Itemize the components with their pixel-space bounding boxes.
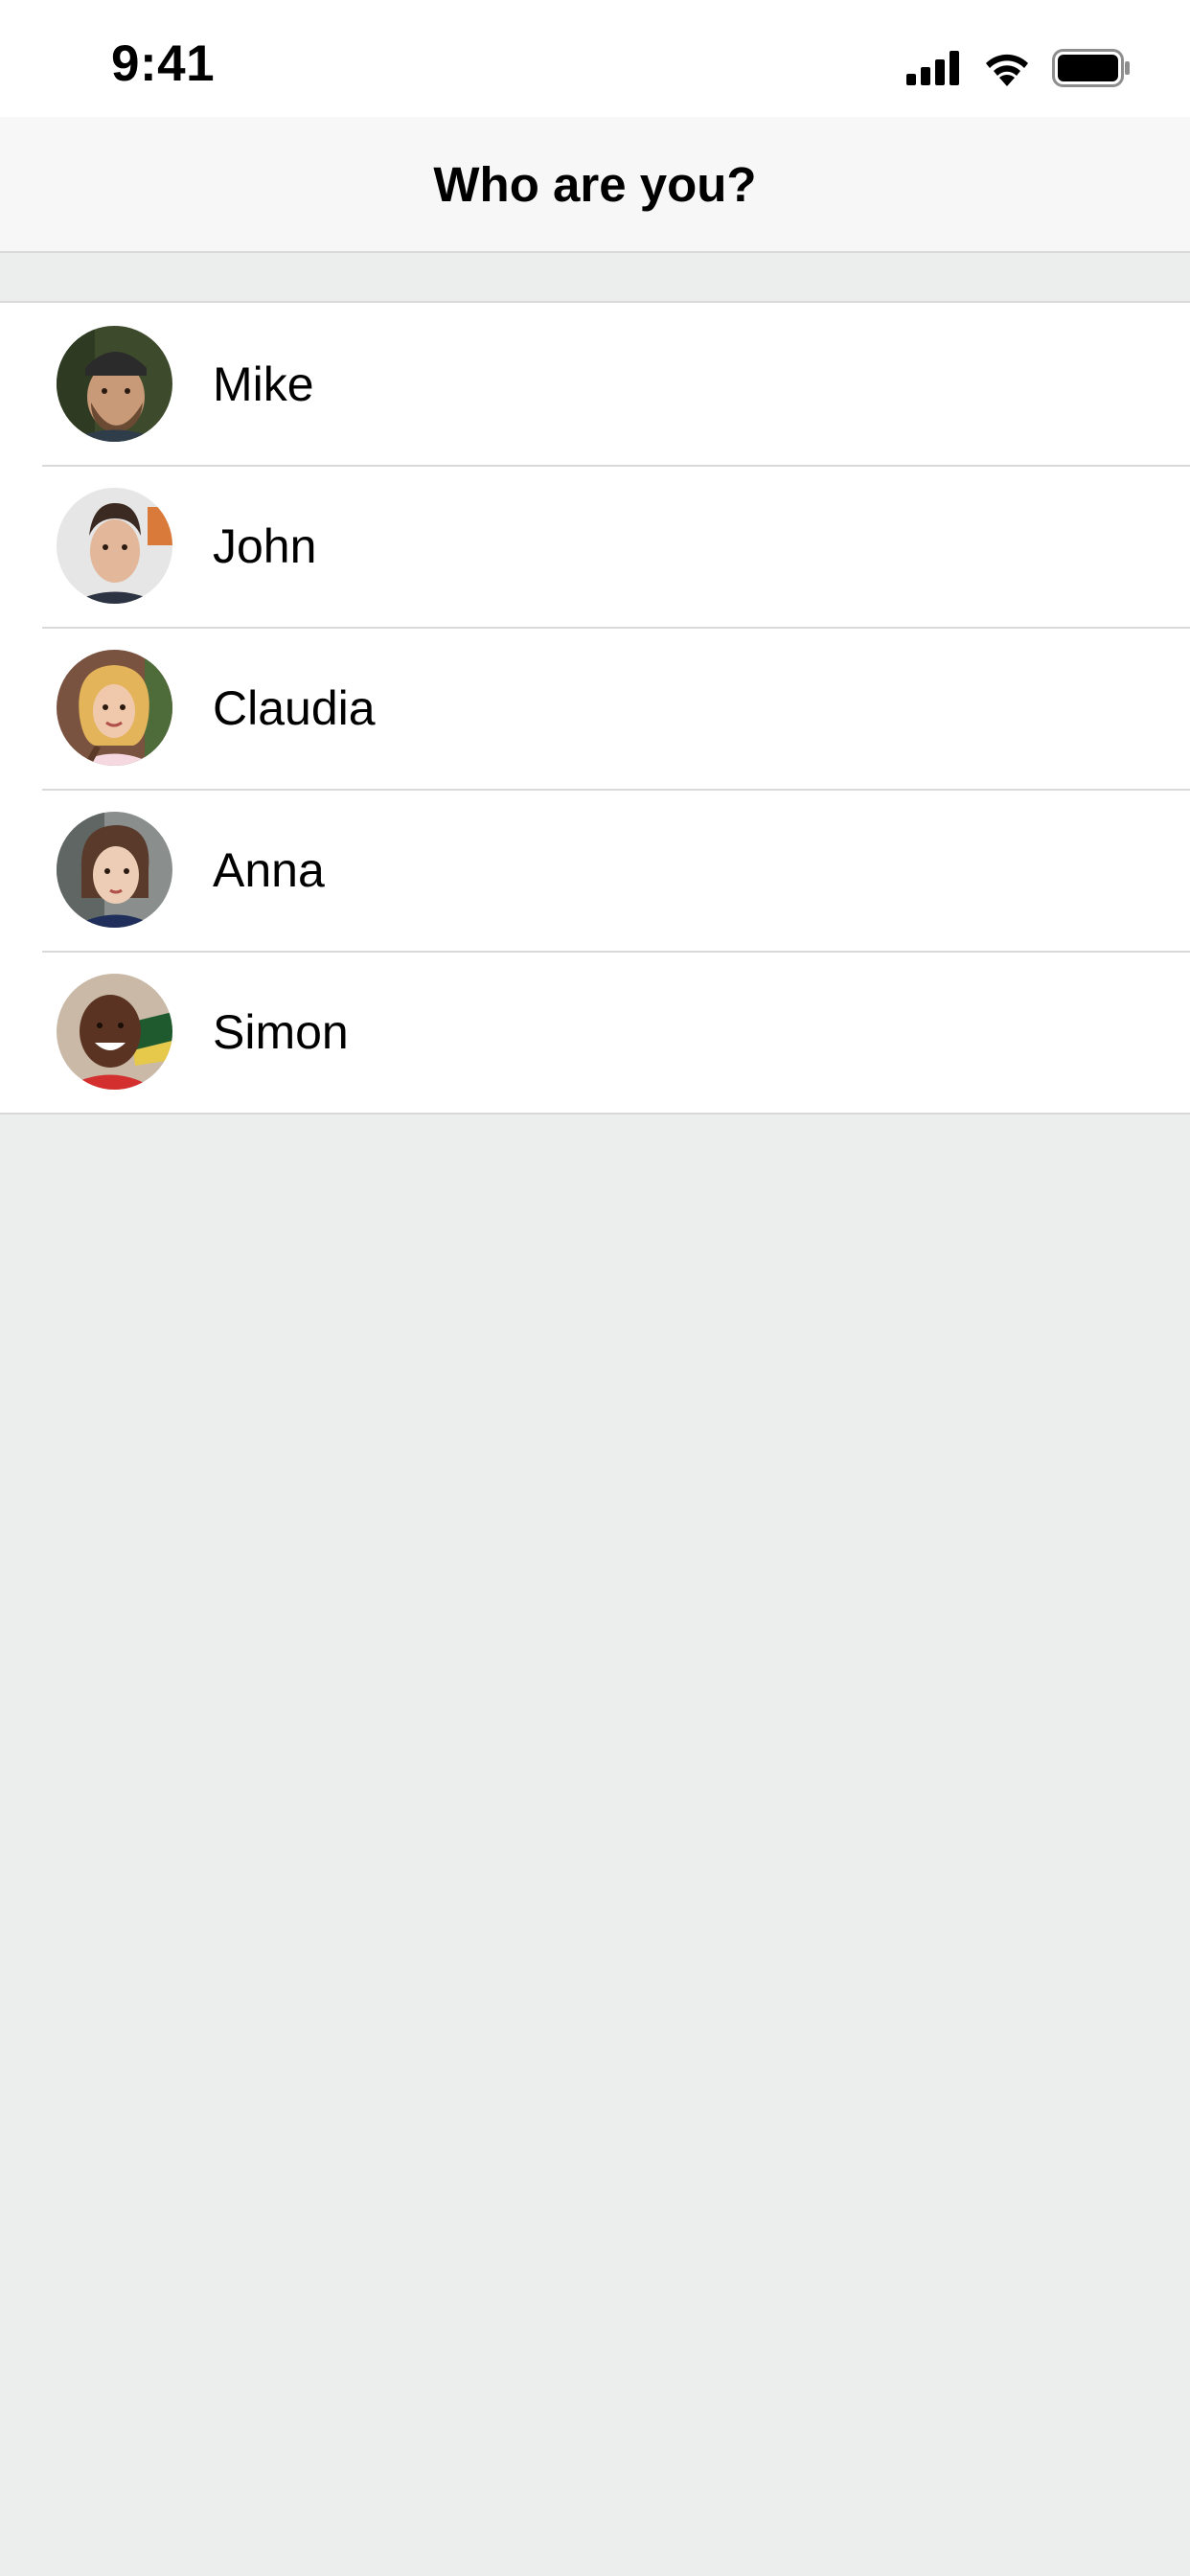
user-row-simon[interactable]: Simon <box>0 951 1190 1113</box>
wifi-icon <box>983 50 1031 91</box>
user-list: Mike John Claudia Anna Simon <box>0 301 1190 1115</box>
user-row-john[interactable]: John <box>0 465 1190 627</box>
screen: 9:41 Who are you? Mike John Claudia Anna… <box>0 0 1190 2576</box>
avatar-simon <box>57 974 172 1090</box>
user-name: Claudia <box>213 680 376 735</box>
user-name: John <box>213 518 317 573</box>
avatar-john <box>57 488 172 604</box>
user-row-claudia[interactable]: Claudia <box>0 627 1190 789</box>
status-bar: 9:41 <box>0 0 1190 117</box>
avatar-anna <box>57 812 172 928</box>
cellular-signal-icon <box>906 50 962 90</box>
user-row-mike[interactable]: Mike <box>0 303 1190 465</box>
user-row-anna[interactable]: Anna <box>0 789 1190 951</box>
navigation-bar: Who are you? <box>0 117 1190 253</box>
user-name: Simon <box>213 1004 349 1059</box>
avatar-claudia <box>57 650 172 766</box>
page-title: Who are you? <box>433 156 757 212</box>
user-name: Mike <box>213 356 314 411</box>
user-name: Anna <box>213 842 325 897</box>
status-time: 9:41 <box>111 35 216 92</box>
battery-icon <box>1052 48 1131 92</box>
status-icons <box>906 48 1131 92</box>
avatar-mike <box>57 326 172 442</box>
